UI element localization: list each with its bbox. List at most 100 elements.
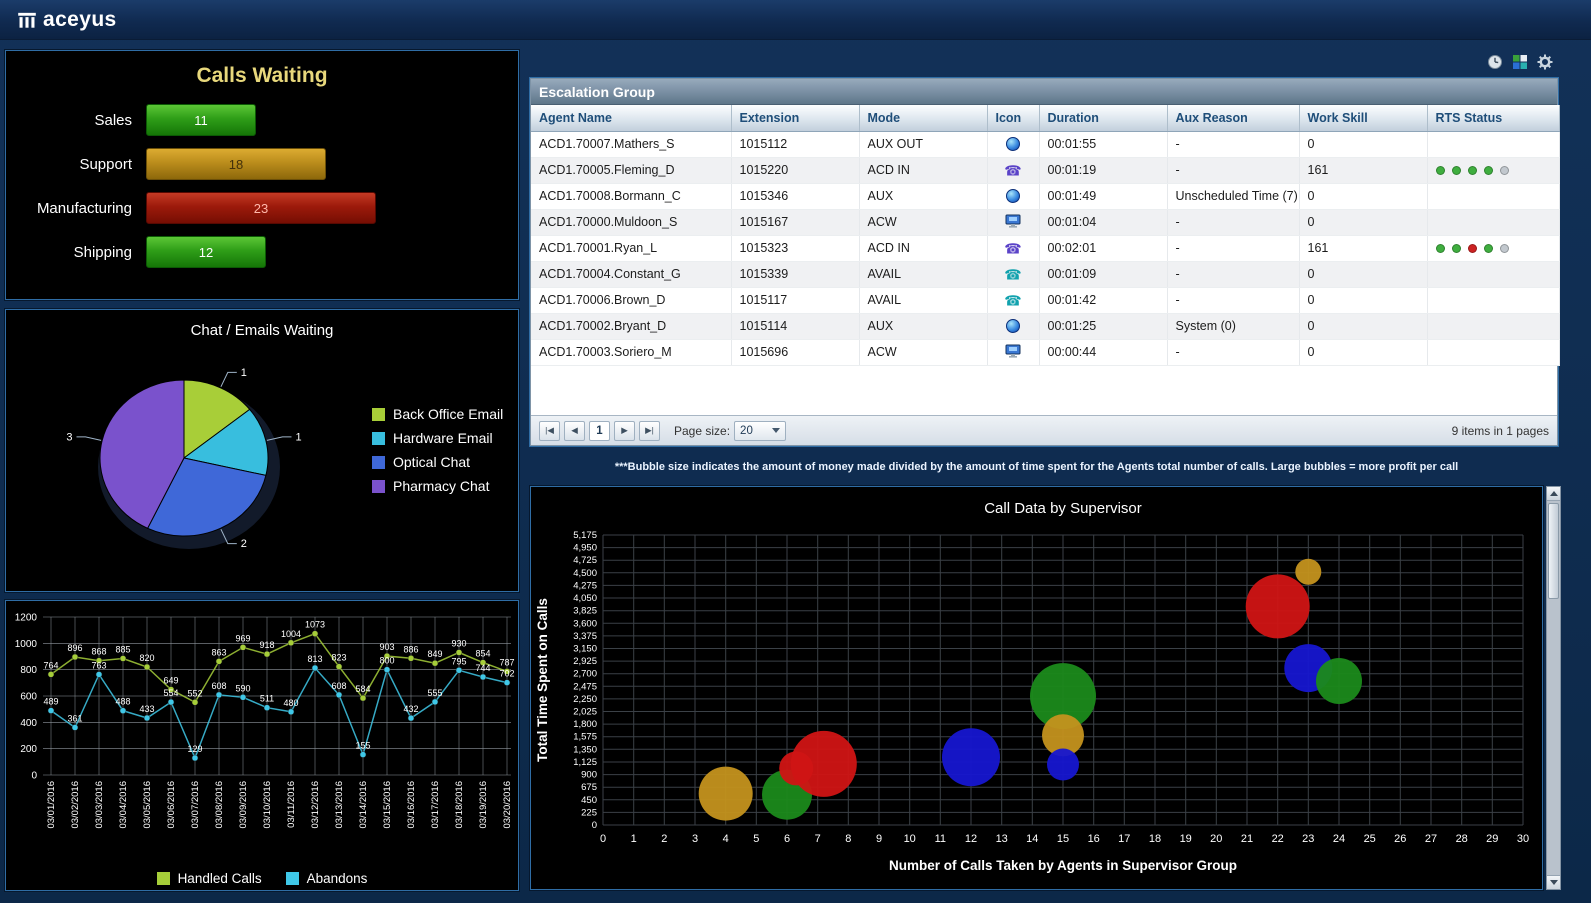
svg-text:5,175: 5,175 — [573, 530, 597, 541]
page-size-select[interactable]: 20 — [734, 420, 787, 441]
legend-item: Handled Calls — [156, 871, 262, 886]
svg-text:27: 27 — [1425, 833, 1437, 845]
extension-cell: 1015339 — [731, 261, 860, 288]
first-page-button[interactable]: |◀ — [539, 420, 560, 441]
table-row[interactable]: ACD1.70001.Ryan_L 1015323 ACD IN ☎ 00:02:01-… — [531, 235, 1560, 262]
svg-text:03/13/2016: 03/13/2016 — [334, 781, 345, 829]
calls-waiting-bar-sales: 11 — [146, 104, 256, 136]
svg-text:4,050: 4,050 — [573, 593, 597, 604]
table-row[interactable]: ACD1.70000.Muldoon_S 1015167 ACW 00:01:04-0 — [531, 209, 1560, 236]
prev-page-button[interactable]: ◀ — [564, 420, 585, 441]
legend-item: Pharmacy Chat — [372, 478, 503, 494]
svg-text:1,350: 1,350 — [573, 744, 597, 755]
agent-name-cell: ACD1.70006.Brown_D — [531, 287, 732, 314]
icon-cell: ☎ — [987, 261, 1040, 288]
aux-ball-icon — [1006, 137, 1020, 152]
legend-item: Hardware Email — [372, 430, 503, 446]
escalation-table: Agent Name Extension Mode Icon Duration Aux R… — [531, 105, 1560, 366]
bubble-chart-panel: 0 1 2 3 4 5 6 7 8 9 10 11 12 13 14 15 16 17 18 19 20 21 22 23 24… — [530, 486, 1543, 890]
svg-text:489: 489 — [43, 697, 58, 707]
table-row[interactable]: ACD1.70004.Constant_G 1015339 AVAIL ☎ 00:01:… — [531, 261, 1560, 288]
last-page-button[interactable]: ▶| — [639, 420, 660, 441]
table-row[interactable]: ACD1.70006.Brown_D 1015117 AVAIL ☎ 00:01:42-… — [531, 287, 1560, 314]
svg-text:2,250: 2,250 — [573, 694, 597, 705]
column-header-work-skill[interactable]: Work Skill — [1299, 105, 1428, 132]
svg-text:854: 854 — [475, 649, 490, 659]
column-header-rts-status[interactable]: RTS Status — [1427, 105, 1560, 132]
svg-text:1,800: 1,800 — [573, 719, 597, 730]
vertical-scrollbar[interactable] — [1546, 486, 1561, 890]
chat-emails-legend: Back Office Email Hardware Email Optical C… — [372, 406, 503, 494]
svg-text:03/12/2016: 03/12/2016 — [310, 781, 321, 829]
table-row[interactable]: ACD1.70007.Mathers_S 1015112 AUX OUT 00:01:… — [531, 131, 1560, 158]
svg-text:03/05/2016: 03/05/2016 — [142, 781, 153, 829]
svg-text:4,725: 4,725 — [573, 555, 597, 566]
chat-emails-pie: 1 1 2 3 — [66, 367, 301, 550]
duration-cell: 00:02:01 — [1039, 235, 1168, 262]
svg-text:03/02/2016: 03/02/2016 — [70, 781, 81, 829]
column-header-extension[interactable]: Extension — [731, 105, 860, 132]
phone-in-icon: ☎ — [1004, 162, 1022, 179]
rts-dot-green — [1451, 244, 1461, 254]
legend-label: Handled Calls — [177, 871, 262, 886]
svg-text:225: 225 — [581, 807, 597, 818]
svg-text:20: 20 — [1210, 833, 1222, 845]
icon-cell — [987, 313, 1040, 340]
aux-reason-cell: - — [1167, 287, 1300, 314]
rts-dot-green — [1435, 244, 1445, 254]
table-row[interactable]: ACD1.70003.Soriero_M 1015696 ACW 00:00:44-0 — [531, 339, 1560, 366]
svg-text:03/03/2016: 03/03/2016 — [94, 781, 105, 829]
scroll-up-button[interactable] — [1547, 487, 1560, 501]
work-skill-cell: 0 — [1299, 339, 1428, 366]
calls-waiting-bar-shipping: 12 — [146, 236, 266, 268]
aux-reason-cell: - — [1167, 261, 1300, 288]
svg-text:903: 903 — [379, 642, 394, 652]
svg-text:0: 0 — [592, 820, 597, 831]
mode-cell: ACD IN — [859, 157, 988, 184]
column-header-mode[interactable]: Mode — [859, 105, 988, 132]
svg-text:03/10/2016: 03/10/2016 — [262, 781, 273, 829]
legend-label: Abandons — [306, 871, 368, 886]
scroll-down-button[interactable] — [1547, 875, 1560, 889]
phone-avail-icon: ☎ — [1004, 292, 1022, 309]
svg-text:744: 744 — [475, 663, 490, 673]
aux-reason-cell: Unscheduled Time (7) — [1167, 183, 1300, 210]
svg-text:2,700: 2,700 — [573, 669, 597, 680]
svg-text:2,925: 2,925 — [573, 656, 597, 667]
table-row[interactable]: ACD1.70008.Bormann_C 1015346 AUX 00:01:49 Un… — [531, 183, 1560, 210]
extension-cell: 1015696 — [731, 339, 860, 366]
svg-text:552: 552 — [187, 688, 202, 698]
escalation-group-panel: Escalation Group Agent Name Extension Mode… — [530, 78, 1560, 446]
svg-text:30: 30 — [1517, 833, 1529, 845]
column-header-duration[interactable]: Duration — [1039, 105, 1168, 132]
table-row[interactable]: ACD1.70002.Bryant_D 1015114 AUX 00:01:25 Sys… — [531, 313, 1560, 340]
scrollbar-thumb[interactable] — [1548, 503, 1559, 599]
svg-text:03/15/2016: 03/15/2016 — [382, 781, 393, 829]
column-header-agent-name[interactable]: Agent Name — [531, 105, 732, 132]
page-number-button[interactable]: 1 — [589, 420, 610, 441]
aux-ball-icon — [1006, 189, 1020, 204]
svg-text:23: 23 — [1302, 833, 1314, 845]
work-skill-cell: 0 — [1299, 261, 1428, 288]
table-row[interactable]: ACD1.70005.Fleming_D 1015220 ACD IN ☎ 00:01:… — [531, 157, 1560, 184]
column-header-aux-reason[interactable]: Aux Reason — [1167, 105, 1300, 132]
agent-name-cell: ACD1.70007.Mathers_S — [531, 131, 732, 158]
rts-status-cell — [1427, 157, 1560, 184]
rts-status-cell — [1427, 183, 1560, 210]
mode-cell: AUX — [859, 183, 988, 210]
svg-text:554: 554 — [163, 688, 178, 698]
extension-cell: 1015220 — [731, 157, 860, 184]
svg-text:Number of Calls Taken by Agent: Number of Calls Taken by Agents in Super… — [889, 858, 1237, 873]
export-icon[interactable] — [1512, 54, 1528, 70]
clock-icon[interactable] — [1487, 54, 1503, 70]
aceyus-logo-icon — [16, 9, 38, 31]
next-page-button[interactable]: ▶ — [614, 420, 635, 441]
svg-text:555: 555 — [427, 688, 442, 698]
legend-swatch — [372, 431, 385, 445]
svg-text:15: 15 — [1057, 833, 1069, 845]
gear-icon[interactable] — [1537, 54, 1553, 70]
legend-label: Optical Chat — [393, 454, 471, 470]
duration-cell: 00:01:04 — [1039, 209, 1168, 236]
column-header-icon[interactable]: Icon — [987, 105, 1040, 132]
svg-text:4,500: 4,500 — [573, 568, 597, 579]
